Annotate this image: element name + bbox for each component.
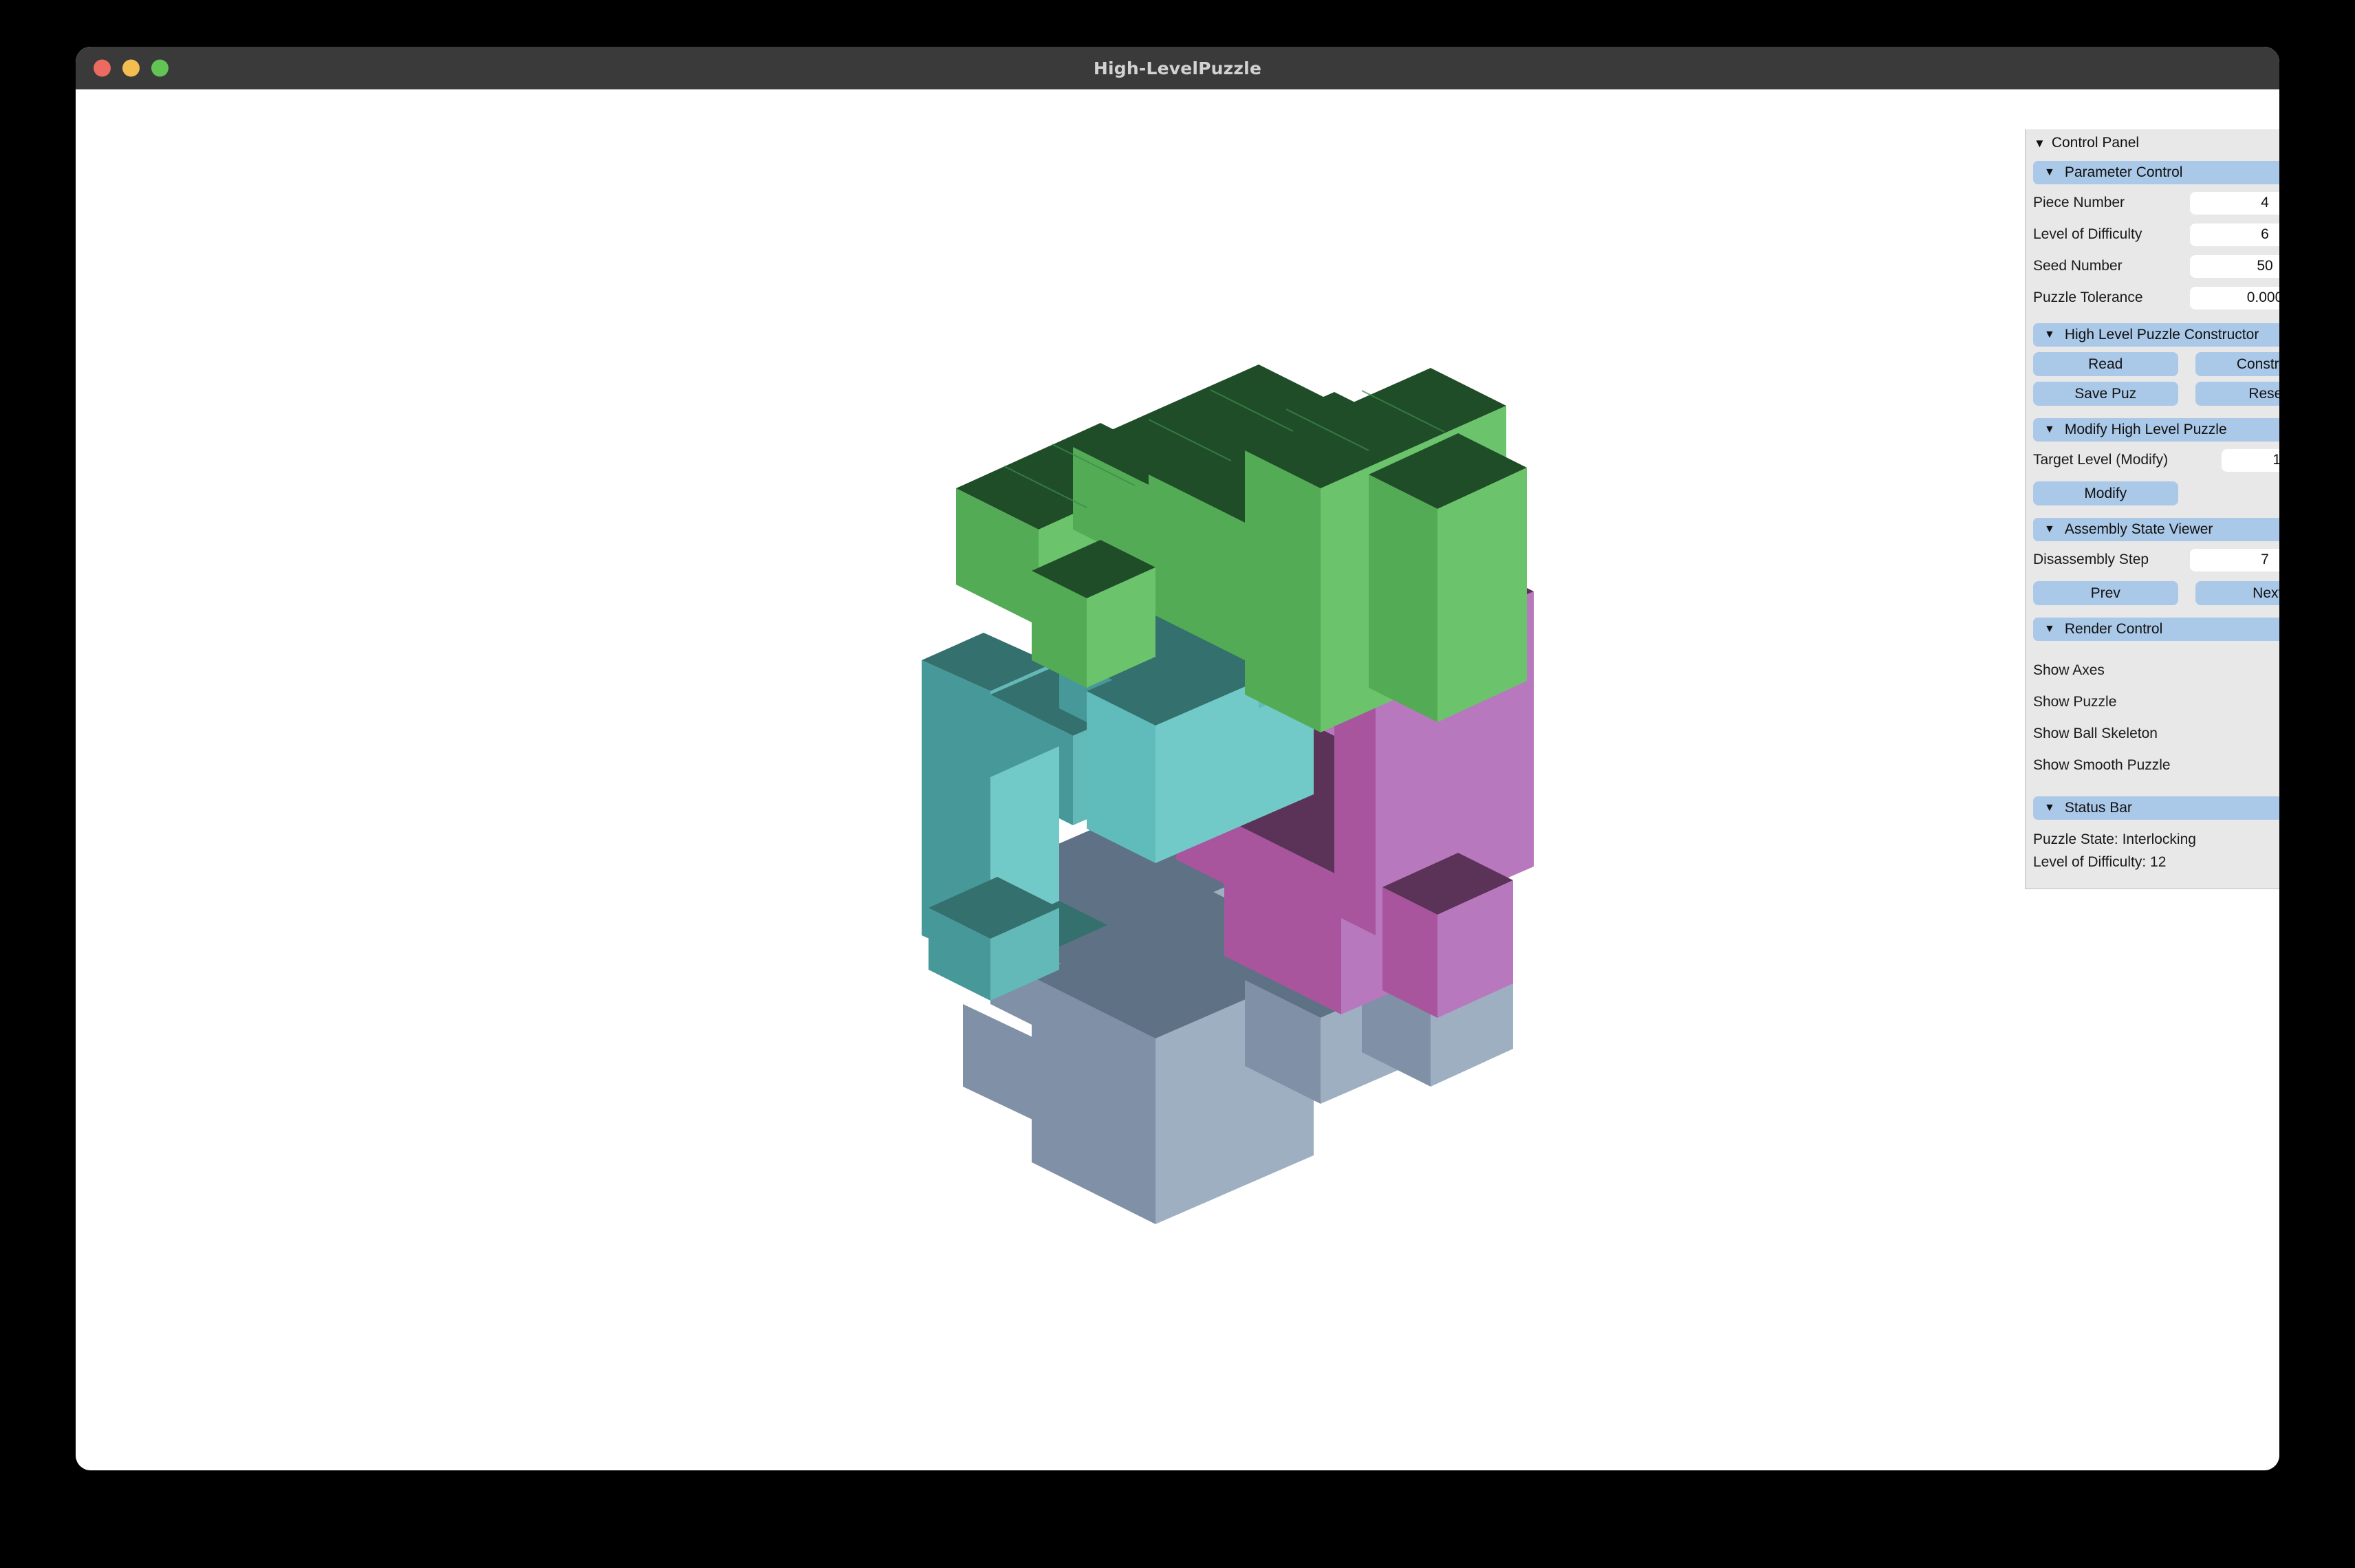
section-header-assembly-state-viewer[interactable]: ▼ Assembly State Viewer: [2033, 518, 2279, 541]
section-header-modify[interactable]: ▼ Modify High Level Puzzle: [2033, 418, 2279, 442]
row-disassembly-step: Disassembly Step 7: [2033, 544, 2279, 576]
desktop-background: High-LevelPuzzle ▼ Control Panel ▼ Param…: [0, 0, 2355, 1568]
save-puz-button[interactable]: Save Puz: [2033, 382, 2178, 406]
construct-button[interactable]: Construct: [2195, 352, 2279, 376]
input-puzzle-tolerance[interactable]: 0.000: [2190, 286, 2279, 309]
row-level-of-difficulty: Level of Difficulty 6: [2033, 219, 2279, 250]
window-close-button[interactable]: [94, 59, 111, 77]
window-titlebar: High-LevelPuzzle: [76, 47, 2279, 89]
section-header-constructor[interactable]: ▼ High Level Puzzle Constructor: [2033, 323, 2279, 347]
label-puzzle-tolerance: Puzzle Tolerance: [2033, 290, 2143, 305]
label-piece-number: Piece Number: [2033, 195, 2125, 210]
label-disassembly-step: Disassembly Step: [2033, 552, 2149, 567]
section-title: Render Control: [2064, 621, 2163, 637]
chevron-down-icon: ▼: [2044, 329, 2055, 340]
read-button[interactable]: Read: [2033, 352, 2178, 376]
puzzle-viewport-3d[interactable]: [76, 89, 2279, 1470]
control-panel-header[interactable]: ▼ Control Panel ×: [2026, 129, 2279, 157]
section-header-status-bar[interactable]: ▼ Status Bar: [2033, 796, 2279, 820]
label-show-ball-skeleton: Show Ball Skeleton: [2033, 726, 2158, 741]
row-show-smooth-puzzle: Show Smooth Puzzle: [2033, 750, 2279, 781]
section-title: High Level Puzzle Constructor: [2064, 327, 2259, 342]
modify-button[interactable]: Modify: [2033, 481, 2178, 505]
label-show-puzzle: Show Puzzle: [2033, 694, 2117, 710]
constructor-button-row-2: Save Puz Reset: [2033, 382, 2279, 406]
reset-button[interactable]: Reset: [2195, 382, 2279, 406]
chevron-down-icon: ▼: [2044, 623, 2055, 635]
section-title: Parameter Control: [2064, 164, 2183, 180]
label-show-axes: Show Axes: [2033, 662, 2105, 678]
puzzle-render: [922, 364, 1534, 1224]
input-level-of-difficulty[interactable]: 6: [2190, 223, 2279, 246]
row-puzzle-tolerance: Puzzle Tolerance 0.000: [2033, 282, 2279, 314]
section-title: Assembly State Viewer: [2064, 521, 2213, 537]
application-window: High-LevelPuzzle ▼ Control Panel ▼ Param…: [76, 47, 2279, 1470]
chevron-down-icon: ▼: [2044, 424, 2055, 435]
section-header-parameter-control[interactable]: ▼ Parameter Control: [2033, 161, 2279, 184]
chevron-down-icon: ▼: [2044, 802, 2055, 814]
input-piece-number[interactable]: 4: [2190, 191, 2279, 215]
window-minimize-button[interactable]: [122, 59, 140, 77]
window-title: High-LevelPuzzle: [1093, 58, 1262, 78]
row-piece-number: Piece Number 4: [2033, 187, 2279, 219]
input-target-level[interactable]: 12: [2222, 448, 2279, 472]
row-show-axes: Show Axes: [2033, 655, 2279, 686]
chevron-down-icon: ▼: [2044, 166, 2055, 178]
row-target-level: Target Level (Modify) 12: [2033, 444, 2279, 476]
status-puzzle-state: Puzzle State: Interlocking: [2033, 831, 2196, 847]
control-panel: ▼ Control Panel × ▼ Parameter Control Pi…: [2025, 129, 2279, 889]
label-seed-number: Seed Number: [2033, 258, 2123, 274]
assembly-nav-button-row: Prev Next: [2033, 581, 2279, 605]
label-target-level: Target Level (Modify): [2033, 452, 2169, 468]
constructor-button-row-1: Read Construct: [2033, 352, 2279, 376]
control-panel-title: Control Panel: [2051, 135, 2140, 151]
status-level-of-difficulty: Level of Difficulty: 12: [2033, 854, 2167, 870]
chevron-down-icon: ▼: [2044, 523, 2055, 535]
row-show-puzzle: Show Puzzle: [2033, 686, 2279, 718]
row-seed-number: Seed Number 50: [2033, 250, 2279, 282]
traffic-light-group: [94, 59, 169, 77]
modify-button-row: Modify: [2033, 481, 2279, 505]
input-disassembly-step[interactable]: 7: [2190, 548, 2279, 571]
window-maximize-button[interactable]: [151, 59, 169, 77]
label-show-smooth-puzzle: Show Smooth Puzzle: [2033, 757, 2171, 773]
collapse-caret-icon[interactable]: ▼: [2034, 138, 2045, 149]
section-title: Modify High Level Puzzle: [2064, 422, 2227, 437]
input-seed-number[interactable]: 50: [2190, 254, 2279, 278]
next-button[interactable]: Next: [2195, 581, 2279, 605]
label-level-of-difficulty: Level of Difficulty: [2033, 226, 2142, 242]
prev-button[interactable]: Prev: [2033, 581, 2178, 605]
section-header-render-control[interactable]: ▼ Render Control: [2033, 618, 2279, 641]
row-show-ball-skeleton: Show Ball Skeleton: [2033, 718, 2279, 750]
section-title: Status Bar: [2064, 800, 2132, 816]
